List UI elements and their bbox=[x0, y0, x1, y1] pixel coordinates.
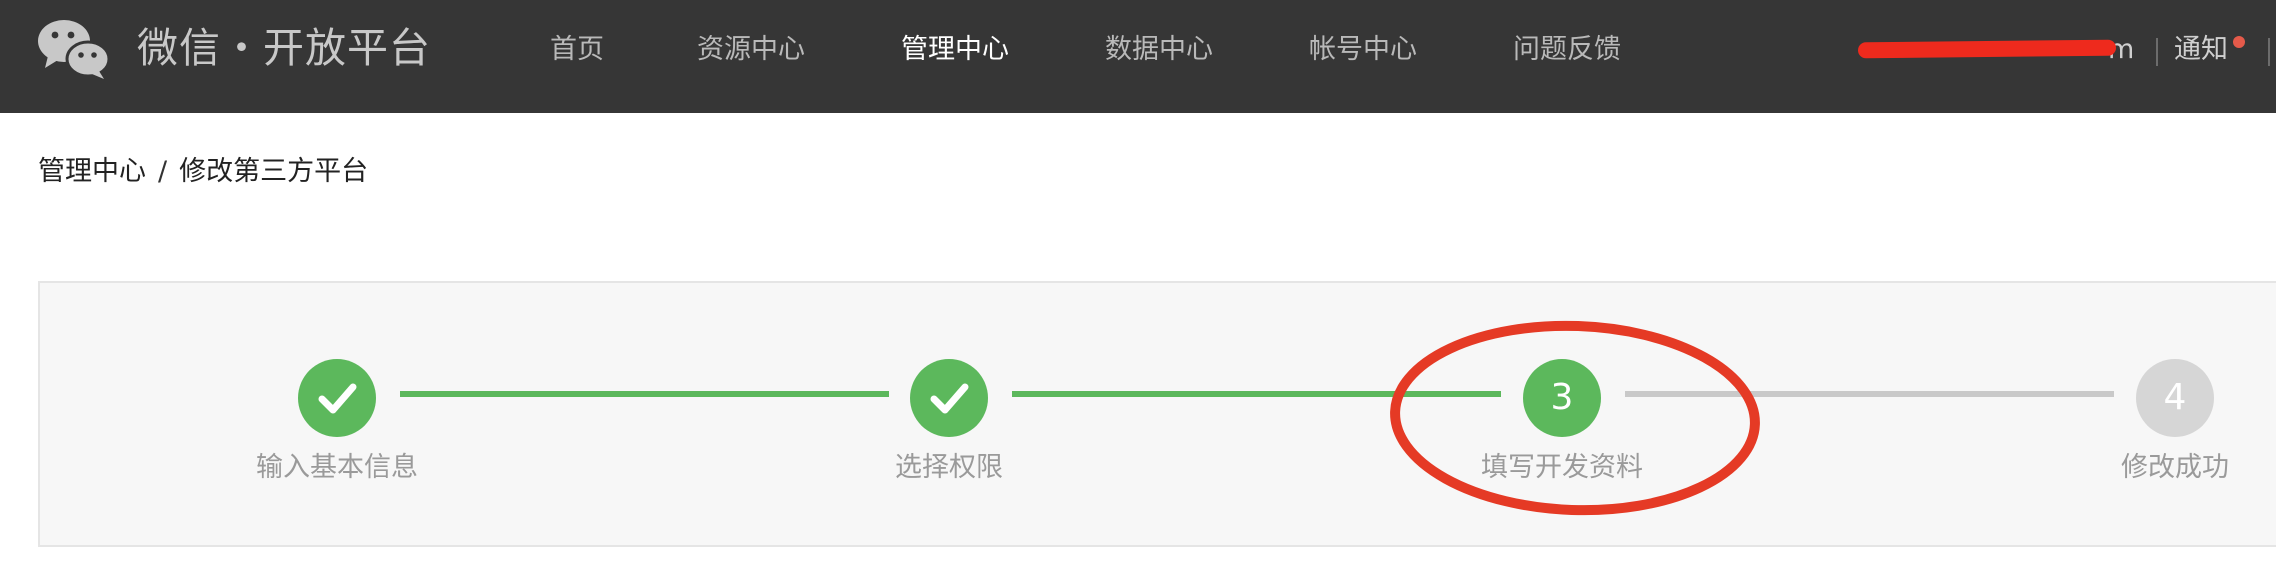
nav-item-feedback[interactable]: 问题反馈 bbox=[1513, 30, 1621, 70]
step-1-circle bbox=[298, 359, 376, 437]
step-4-number: 4 bbox=[2163, 377, 2187, 418]
red-circle-annotation bbox=[1390, 320, 1760, 516]
step-4-label: 修改成功 bbox=[2121, 452, 2229, 483]
redaction-mark bbox=[1857, 39, 2117, 59]
step-connector-1 bbox=[400, 391, 889, 397]
step-2-circle bbox=[910, 359, 988, 437]
nav-divider bbox=[2268, 38, 2270, 66]
nav-item-resources[interactable]: 资源中心 bbox=[697, 30, 805, 70]
breadcrumb-parent[interactable]: 管理中心 bbox=[38, 152, 146, 192]
breadcrumb: 管理中心 / 修改第三方平台 bbox=[38, 152, 368, 192]
step-2-label: 选择权限 bbox=[895, 452, 1003, 483]
check-icon bbox=[318, 383, 357, 414]
nav-item-account[interactable]: 帐号中心 bbox=[1309, 30, 1417, 70]
check-icon bbox=[930, 383, 969, 414]
top-navigation-bar: 微信・开放平台 首页 资源中心 管理中心 数据中心 帐号中心 问题反馈 m 通知 bbox=[0, 0, 2276, 113]
notifications-link[interactable]: 通知 bbox=[2174, 30, 2228, 70]
nav-item-home[interactable]: 首页 bbox=[550, 30, 604, 70]
notification-dot-icon bbox=[2233, 36, 2245, 48]
nav-divider bbox=[2156, 38, 2158, 66]
step-1-label: 输入基本信息 bbox=[256, 452, 418, 483]
breadcrumb-separator: / bbox=[158, 156, 168, 187]
breadcrumb-current: 修改第三方平台 bbox=[179, 156, 369, 187]
step-4-circle: 4 bbox=[2136, 359, 2214, 437]
brand-title[interactable]: 微信・开放平台 bbox=[137, 22, 431, 74]
wechat-logo-icon[interactable] bbox=[36, 16, 112, 80]
nav-item-management[interactable]: 管理中心 bbox=[901, 30, 1009, 70]
nav-item-data[interactable]: 数据中心 bbox=[1105, 30, 1213, 70]
